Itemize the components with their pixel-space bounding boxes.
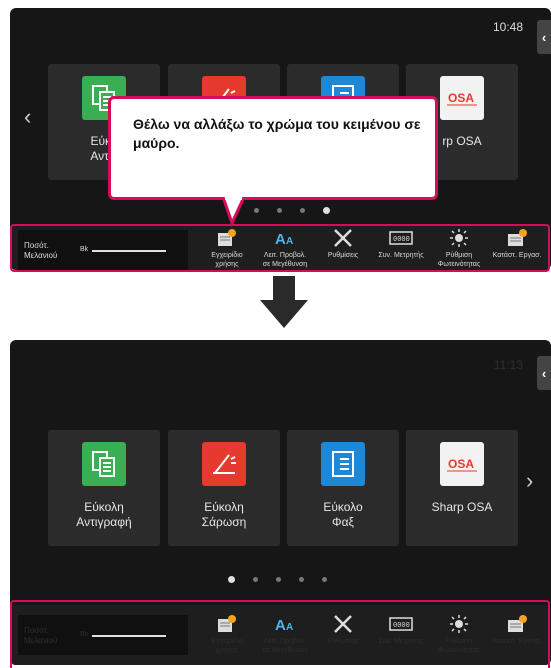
instruction-callout: Θέλω να αλλάξω το χρώμα του κειμένου σε …: [108, 96, 438, 200]
tile-easy-scan[interactable]: Εύκολη Σάρωση: [168, 430, 280, 546]
page-indicator: [228, 576, 327, 583]
clock: 10:48: [492, 20, 523, 34]
scan-icon: [202, 442, 246, 486]
fax-icon: [321, 442, 365, 486]
tile-sharp-osa[interactable]: OSA Sharp OSA: [406, 430, 518, 546]
osa-icon: OSA: [440, 76, 484, 120]
tile-label: Εύκολη Αντιγραφή: [76, 500, 132, 529]
page-dot: [253, 577, 258, 582]
page-dot: [254, 208, 259, 213]
tile-label: Sharp OSA: [431, 500, 493, 514]
tile-label: Εύκολη Σάρωση: [201, 500, 247, 529]
clock: 11:13: [493, 358, 523, 372]
page-dot-active: [323, 207, 330, 214]
page-dot: [276, 577, 281, 582]
prev-page-arrow[interactable]: ‹: [24, 104, 31, 130]
page-indicator: [254, 207, 330, 214]
copy-icon: [82, 442, 126, 486]
taskbar-highlight-frame: [10, 600, 550, 668]
next-page-arrow[interactable]: ›: [526, 468, 533, 494]
page-dot: [300, 208, 305, 213]
side-panel-tab[interactable]: ‹: [537, 356, 551, 390]
callout-pointer: [222, 197, 246, 227]
callout-text: Θέλω να αλλάξω το χρώμα του κειμένου σε …: [133, 116, 421, 151]
side-panel-tab[interactable]: ‹: [537, 20, 551, 54]
tile-easy-fax[interactable]: Εύκολο Φαξ: [287, 430, 399, 546]
taskbar-highlight-frame: [10, 224, 550, 272]
transition-down-arrow: [260, 276, 308, 328]
osa-icon: OSA: [440, 442, 484, 486]
svg-text:OSA: OSA: [448, 457, 474, 471]
page-dot-active: [228, 576, 235, 583]
svg-text:OSA: OSA: [448, 91, 474, 105]
page-dot: [277, 208, 282, 213]
tile-easy-copy[interactable]: Εύκολη Αντιγραφή: [48, 430, 160, 546]
tile-label: Εύκολο Φαξ: [323, 500, 363, 529]
page-dot: [299, 577, 304, 582]
page-dot: [322, 577, 327, 582]
